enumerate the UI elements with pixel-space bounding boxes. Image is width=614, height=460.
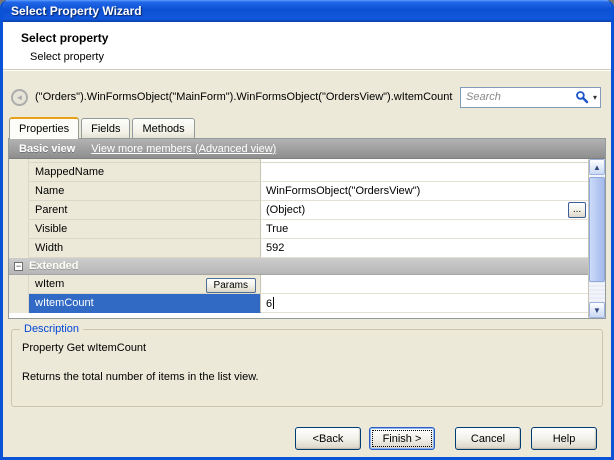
row-margin: [9, 163, 29, 182]
property-value: [261, 275, 588, 294]
row-margin: [9, 201, 29, 220]
property-row-witem[interactable]: wItem Params: [9, 275, 588, 294]
select-property-wizard-window: Select Property Wizard Select property S…: [0, 0, 614, 460]
scroll-up-button[interactable]: ▲: [589, 159, 605, 175]
path-toolbar: ◄ ("Orders").WinFormsObject("MainForm").…: [11, 86, 601, 108]
property-value: True: [261, 220, 588, 239]
grid-view-header: Basic view View more members (Advanced v…: [9, 139, 605, 159]
property-name: MappedName: [29, 163, 261, 182]
wizard-header: Select property Select property: [3, 22, 611, 70]
button-row: <Back Finish > Cancel Help: [3, 427, 611, 450]
search-box[interactable]: ▾: [460, 87, 601, 108]
tab-fields[interactable]: Fields: [81, 118, 130, 138]
property-name: wItemCount: [29, 294, 261, 313]
property-row-witemcount[interactable]: wItemCount 6: [9, 294, 588, 313]
property-name: Visible: [29, 220, 261, 239]
search-icon[interactable]: [575, 90, 589, 104]
header-subtitle: Select property: [30, 51, 611, 63]
tab-strip: Properties Fields Methods: [9, 117, 611, 138]
property-row-visible[interactable]: Visible True: [9, 220, 588, 239]
description-label: Description: [20, 323, 83, 335]
property-value-editor[interactable]: 6: [261, 294, 588, 313]
property-value: WinFormsObject("OrdersView"): [261, 182, 588, 201]
group-label: Extended: [29, 260, 79, 272]
header-title: Select property: [21, 31, 611, 45]
row-margin: [9, 275, 29, 294]
property-name: Parent: [29, 201, 261, 220]
scrollbar-track[interactable]: [589, 175, 605, 302]
row-margin: [9, 182, 29, 201]
back-icon[interactable]: ◄: [11, 89, 28, 106]
property-row-mappedname[interactable]: MappedName: [9, 163, 588, 182]
row-margin: [9, 294, 29, 313]
help-button[interactable]: Help: [531, 427, 597, 450]
property-value: [261, 163, 588, 182]
vertical-scrollbar[interactable]: ▲ ▼: [588, 159, 605, 318]
property-name: Width: [29, 239, 261, 258]
text-caret: [273, 297, 274, 309]
grid-body: MappedName Name WinFormsObject("OrdersVi…: [9, 159, 605, 318]
grid-rows: MappedName Name WinFormsObject("OrdersVi…: [9, 159, 588, 318]
property-value: (Object) ...: [261, 201, 588, 220]
group-row-extended[interactable]: − Extended: [9, 258, 588, 275]
scrollbar-thumb[interactable]: [589, 177, 605, 282]
property-grid-panel: Basic view View more members (Advanced v…: [8, 138, 606, 319]
tab-methods[interactable]: Methods: [132, 118, 194, 138]
property-row-width[interactable]: Width 592: [9, 239, 588, 258]
property-row-parent[interactable]: Parent (Object) ...: [9, 201, 588, 220]
basic-view-label: Basic view: [19, 143, 75, 155]
row-margin: [9, 239, 29, 258]
property-value-text: (Object): [266, 204, 305, 216]
cancel-button[interactable]: Cancel: [455, 427, 521, 450]
property-row-name[interactable]: Name WinFormsObject("OrdersView"): [9, 182, 588, 201]
property-name: wItem: [35, 278, 64, 290]
description-line-1: Property Get wItemCount: [22, 342, 592, 354]
property-name: Name: [29, 182, 261, 201]
tab-properties[interactable]: Properties: [9, 117, 79, 138]
property-value-text: 6: [266, 298, 272, 310]
row-margin: [9, 220, 29, 239]
description-panel: Description Property Get wItemCount Retu…: [11, 329, 603, 407]
object-path: ("Orders").WinFormsObject("MainForm").Wi…: [35, 91, 460, 103]
ellipsis-button[interactable]: ...: [568, 202, 586, 218]
description-line-2: Returns the total number of items in the…: [22, 371, 592, 383]
title-bar[interactable]: Select Property Wizard: [3, 0, 611, 22]
scroll-down-button[interactable]: ▼: [589, 302, 605, 318]
window-title: Select Property Wizard: [11, 4, 142, 18]
back-button[interactable]: <Back: [295, 427, 361, 450]
params-button[interactable]: Params: [206, 278, 256, 293]
search-dropdown-icon[interactable]: ▾: [591, 93, 597, 102]
advanced-view-link[interactable]: View more members (Advanced view): [91, 143, 276, 155]
collapse-icon[interactable]: −: [14, 262, 23, 271]
search-input[interactable]: [466, 91, 575, 103]
property-value: 592: [261, 239, 588, 258]
finish-button[interactable]: Finish >: [369, 427, 435, 450]
